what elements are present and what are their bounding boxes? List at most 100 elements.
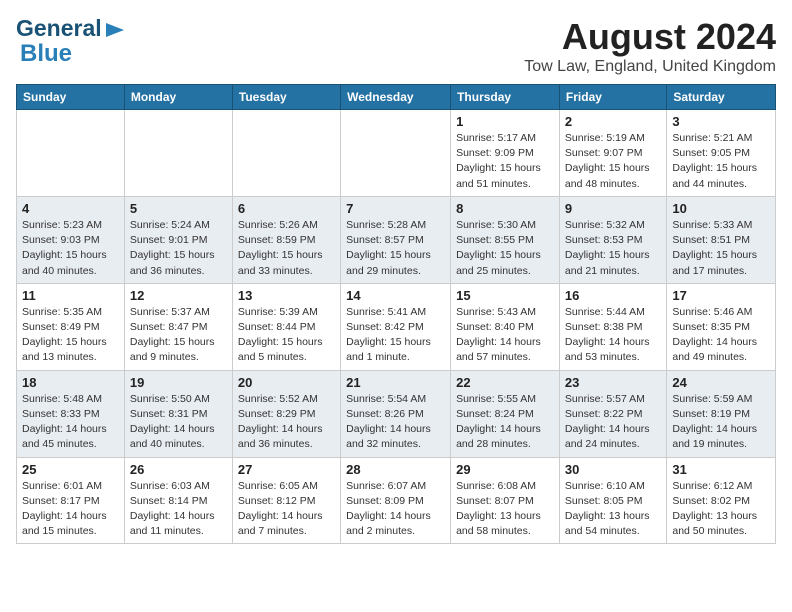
day-number: 30 (565, 462, 661, 477)
day-info: Sunrise: 6:12 AMSunset: 8:02 PMDaylight:… (672, 479, 770, 540)
day-info: Sunrise: 6:01 AMSunset: 8:17 PMDaylight:… (22, 479, 119, 540)
day-info: Sunrise: 5:23 AMSunset: 9:03 PMDaylight:… (22, 218, 119, 279)
day-number: 26 (130, 462, 227, 477)
day-number: 4 (22, 201, 119, 216)
logo: General Blue (16, 16, 126, 68)
day-cell-25: 25Sunrise: 6:01 AMSunset: 8:17 PMDayligh… (17, 457, 125, 544)
day-number: 16 (565, 288, 661, 303)
day-info: Sunrise: 5:43 AMSunset: 8:40 PMDaylight:… (456, 305, 554, 366)
empty-cell (341, 110, 451, 197)
day-number: 11 (22, 288, 119, 303)
day-cell-12: 12Sunrise: 5:37 AMSunset: 8:47 PMDayligh… (124, 283, 232, 370)
day-cell-7: 7 Sunrise: 5:28 AMSunset: 8:57 PMDaylight… (341, 196, 451, 283)
day-cell-31: 31 Sunrise: 6:12 AMSunset: 8:02 PMDayligh… (667, 457, 776, 544)
day-info: Sunrise: 5:59 AMSunset: 8:19 PMDaylight:… (672, 392, 770, 453)
day-number: 18 (22, 375, 119, 390)
day-info: Sunrise: 5:32 AMSunset: 8:53 PMDaylight:… (565, 218, 661, 279)
day-cell-23: 23Sunrise: 5:57 AMSunset: 8:22 PMDayligh… (559, 370, 666, 457)
day-number: 3 (672, 114, 770, 129)
day-number: 10 (672, 201, 770, 216)
day-number: 9 (565, 201, 661, 216)
page-header: General Blue August 2024 Tow Law, Englan… (16, 16, 776, 76)
day-number: 8 (456, 201, 554, 216)
day-info: Sunrise: 5:26 AMSunset: 8:59 PMDaylight:… (238, 218, 335, 279)
day-cell-16: 16 Sunrise: 5:44 AMSunset: 8:38 PMDayligh… (559, 283, 666, 370)
day-number: 13 (238, 288, 335, 303)
day-number: 7 (346, 201, 445, 216)
day-number: 29 (456, 462, 554, 477)
week-row-2: 4 Sunrise: 5:23 AMSunset: 9:03 PMDaylight… (17, 196, 776, 283)
day-cell-13: 13Sunrise: 5:39 AMSunset: 8:44 PMDayligh… (232, 283, 340, 370)
logo-arrow-icon (104, 19, 126, 41)
day-info: Sunrise: 6:05 AMSunset: 8:12 PMDaylight:… (238, 479, 335, 540)
day-info: Sunrise: 6:10 AMSunset: 8:05 PMDaylight:… (565, 479, 661, 540)
day-cell-29: 29 Sunrise: 6:08 AMSunset: 8:07 PMDayligh… (451, 457, 560, 544)
day-number: 28 (346, 462, 445, 477)
day-cell-28: 28 Sunrise: 6:07 AMSunset: 8:09 PMDayligh… (341, 457, 451, 544)
day-number: 31 (672, 462, 770, 477)
day-number: 22 (456, 375, 554, 390)
day-number: 6 (238, 201, 335, 216)
day-cell-2: 2Sunrise: 5:19 AMSunset: 9:07 PMDaylight… (559, 110, 666, 197)
day-cell-27: 27 Sunrise: 6:05 AMSunset: 8:12 PMDayligh… (232, 457, 340, 544)
empty-cell (17, 110, 125, 197)
week-row-4: 18 Sunrise: 5:48 AMSunset: 8:33 PMDayligh… (17, 370, 776, 457)
weekday-header-sunday: Sunday (17, 85, 125, 110)
day-cell-15: 15 Sunrise: 5:43 AMSunset: 8:40 PMDayligh… (451, 283, 560, 370)
weekday-header-friday: Friday (559, 85, 666, 110)
day-cell-8: 8 Sunrise: 5:30 AMSunset: 8:55 PMDaylight… (451, 196, 560, 283)
weekday-header-saturday: Saturday (667, 85, 776, 110)
day-number: 1 (456, 114, 554, 129)
day-cell-22: 22 Sunrise: 5:55 AMSunset: 8:24 PMDayligh… (451, 370, 560, 457)
weekday-header-wednesday: Wednesday (341, 85, 451, 110)
title-block: August 2024 Tow Law, England, United Kin… (524, 16, 776, 76)
day-info: Sunrise: 5:30 AMSunset: 8:55 PMDaylight:… (456, 218, 554, 279)
empty-cell (124, 110, 232, 197)
day-info: Sunrise: 5:28 AMSunset: 8:57 PMDaylight:… (346, 218, 445, 279)
day-cell-4: 4 Sunrise: 5:23 AMSunset: 9:03 PMDaylight… (17, 196, 125, 283)
day-info: Sunrise: 5:21 AMSunset: 9:05 PMDaylight:… (672, 131, 770, 192)
week-row-3: 11Sunrise: 5:35 AMSunset: 8:49 PMDayligh… (17, 283, 776, 370)
day-info: Sunrise: 5:44 AMSunset: 8:38 PMDaylight:… (565, 305, 661, 366)
day-cell-5: 5 Sunrise: 5:24 AMSunset: 9:01 PMDaylight… (124, 196, 232, 283)
calendar-table: SundayMondayTuesdayWednesdayThursdayFrid… (16, 84, 776, 544)
day-info: Sunrise: 5:41 AMSunset: 8:42 PMDaylight:… (346, 305, 445, 366)
day-cell-9: 9 Sunrise: 5:32 AMSunset: 8:53 PMDaylight… (559, 196, 666, 283)
day-cell-21: 21Sunrise: 5:54 AMSunset: 8:26 PMDayligh… (341, 370, 451, 457)
day-info: Sunrise: 5:24 AMSunset: 9:01 PMDaylight:… (130, 218, 227, 279)
day-cell-17: 17Sunrise: 5:46 AMSunset: 8:35 PMDayligh… (667, 283, 776, 370)
day-info: Sunrise: 5:33 AMSunset: 8:51 PMDaylight:… (672, 218, 770, 279)
day-number: 5 (130, 201, 227, 216)
day-cell-3: 3 Sunrise: 5:21 AMSunset: 9:05 PMDaylight… (667, 110, 776, 197)
day-number: 17 (672, 288, 770, 303)
day-info: Sunrise: 5:57 AMSunset: 8:22 PMDaylight:… (565, 392, 661, 453)
week-row-1: 1Sunrise: 5:17 AMSunset: 9:09 PMDaylight… (17, 110, 776, 197)
day-number: 19 (130, 375, 227, 390)
logo-blue: Blue (16, 41, 126, 67)
logo-general: General (16, 16, 102, 41)
day-number: 20 (238, 375, 335, 390)
page-subtitle: Tow Law, England, United Kingdom (524, 58, 776, 76)
day-cell-14: 14Sunrise: 5:41 AMSunset: 8:42 PMDayligh… (341, 283, 451, 370)
week-row-5: 25Sunrise: 6:01 AMSunset: 8:17 PMDayligh… (17, 457, 776, 544)
day-info: Sunrise: 5:37 AMSunset: 8:47 PMDaylight:… (130, 305, 227, 366)
day-info: Sunrise: 5:52 AMSunset: 8:29 PMDaylight:… (238, 392, 335, 453)
day-cell-11: 11Sunrise: 5:35 AMSunset: 8:49 PMDayligh… (17, 283, 125, 370)
page-title: August 2024 (524, 16, 776, 58)
day-cell-1: 1Sunrise: 5:17 AMSunset: 9:09 PMDaylight… (451, 110, 560, 197)
day-cell-6: 6 Sunrise: 5:26 AMSunset: 8:59 PMDaylight… (232, 196, 340, 283)
day-info: Sunrise: 6:08 AMSunset: 8:07 PMDaylight:… (456, 479, 554, 540)
day-number: 15 (456, 288, 554, 303)
day-info: Sunrise: 6:07 AMSunset: 8:09 PMDaylight:… (346, 479, 445, 540)
day-info: Sunrise: 5:48 AMSunset: 8:33 PMDaylight:… (22, 392, 119, 453)
day-cell-10: 10 Sunrise: 5:33 AMSunset: 8:51 PMDayligh… (667, 196, 776, 283)
day-info: Sunrise: 5:55 AMSunset: 8:24 PMDaylight:… (456, 392, 554, 453)
weekday-header-monday: Monday (124, 85, 232, 110)
weekday-header-tuesday: Tuesday (232, 85, 340, 110)
weekday-header-thursday: Thursday (451, 85, 560, 110)
day-number: 27 (238, 462, 335, 477)
day-cell-30: 30 Sunrise: 6:10 AMSunset: 8:05 PMDayligh… (559, 457, 666, 544)
weekday-header-row: SundayMondayTuesdayWednesdayThursdayFrid… (17, 85, 776, 110)
day-info: Sunrise: 6:03 AMSunset: 8:14 PMDaylight:… (130, 479, 227, 540)
day-cell-19: 19Sunrise: 5:50 AMSunset: 8:31 PMDayligh… (124, 370, 232, 457)
